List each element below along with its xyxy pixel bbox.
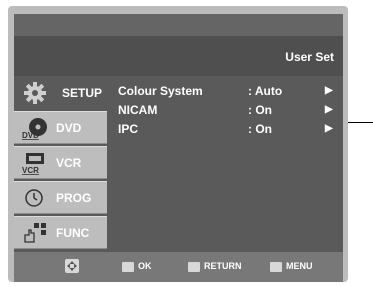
arrow-right-icon: ▶: [325, 123, 333, 134]
sidebar-item-vcr[interactable]: VCR VCR: [14, 146, 107, 179]
sidebar-item-label: DVD: [56, 121, 82, 135]
osd-screen: User Set SETUP DVD DVD VCR VCR PROG FUNC…: [14, 14, 343, 282]
top-bar: [14, 14, 343, 36]
footer-bar: OK RETURN MENU: [14, 252, 343, 282]
enter-key-icon: [122, 261, 134, 272]
sidebar: SETUP DVD DVD VCR VCR PROG FUNC: [14, 76, 107, 252]
row-label: Colour System: [118, 84, 203, 98]
menu-key-icon: [270, 261, 282, 272]
row-label: NICAM: [118, 103, 158, 117]
row-value: : On: [248, 103, 272, 117]
sidebar-item-setup[interactable]: SETUP: [14, 76, 107, 109]
settings-menu: Colour System : Auto ▶ NICAM : On ▶ IPC …: [107, 76, 343, 252]
row-value: : Auto: [248, 84, 283, 98]
sidebar-item-label: VCR: [56, 156, 82, 170]
sidebar-item-label: FUNC: [56, 226, 90, 240]
footer-menu: MENU: [270, 261, 313, 272]
vcr-icon: VCR: [22, 153, 44, 175]
sidebar-item-prog[interactable]: PROG: [14, 181, 107, 214]
dvd-icon: DVD: [22, 118, 47, 140]
function-icon: [24, 223, 46, 243]
callout-line: [348, 122, 373, 123]
gear-icon: [24, 82, 46, 104]
sidebar-item-dvd[interactable]: DVD DVD: [14, 111, 107, 144]
vcr-badge: VCR: [22, 166, 39, 175]
footer-return: RETURN: [188, 261, 242, 272]
sidebar-item-label: SETUP: [62, 86, 103, 100]
clock-icon: [25, 189, 43, 207]
sidebar-item-func[interactable]: FUNC: [14, 216, 107, 249]
return-key-icon: [188, 261, 200, 272]
arrow-right-icon: ▶: [325, 104, 333, 115]
dvd-badge: DVD: [22, 131, 39, 140]
row-label: IPC: [118, 122, 139, 136]
header: User Set: [14, 36, 343, 76]
footer-ok: OK: [122, 261, 152, 272]
direction-pad-icon: [65, 259, 79, 273]
row-value: : On: [248, 122, 272, 136]
arrow-right-icon: ▶: [325, 85, 333, 96]
sidebar-item-label: PROG: [56, 191, 92, 205]
page-title: User Set: [285, 50, 334, 64]
